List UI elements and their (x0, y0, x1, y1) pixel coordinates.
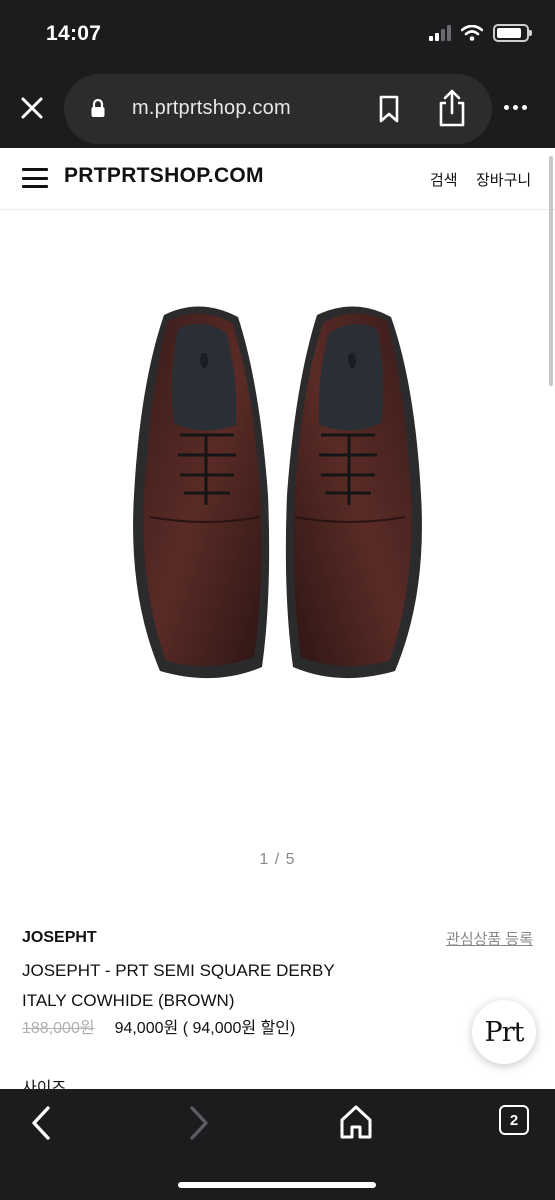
status-bar: 14:07 (0, 0, 555, 70)
cart-link[interactable]: 장바구니 (476, 169, 531, 190)
chat-badge-button[interactable]: Prt (472, 1000, 536, 1064)
address-bar[interactable]: m.prtprtshop.com (64, 74, 492, 144)
tabs-icon[interactable]: 2 (499, 1105, 529, 1135)
sale-price: 94,000원 (114, 1020, 179, 1037)
status-icons (429, 24, 532, 42)
browser-bottom-toolbar: 2 (0, 1089, 555, 1200)
price-row: 188,000원 94,000원 ( 94,000원 할인) (22, 1014, 295, 1038)
home-icon[interactable] (338, 1103, 374, 1141)
hamburger-icon[interactable] (22, 168, 48, 188)
left-shoe (133, 306, 270, 679)
gallery-pager: 1 / 5 (259, 851, 296, 868)
close-icon[interactable] (16, 92, 48, 124)
chevron-left-icon[interactable] (24, 1103, 58, 1143)
site-logo[interactable]: PRTPRTSHOP.COM (64, 164, 264, 188)
sale-price-group: 94,000원 ( 94,000원 할인) (115, 1014, 296, 1038)
battery-icon (493, 24, 532, 42)
site-header: PRTPRTSHOP.COM 검색 장바구니 (0, 148, 555, 210)
more-icon[interactable] (504, 97, 544, 117)
original-price: 188,000원 (22, 1020, 95, 1037)
bookmark-icon[interactable] (376, 94, 402, 124)
lock-icon (91, 98, 105, 117)
product-name-line1: JOSEPHT - PRT SEMI SQUARE DERBY (22, 961, 335, 980)
product-image[interactable] (120, 295, 435, 690)
wishlist-link[interactable]: 관심상품 등록 (446, 928, 533, 949)
home-indicator (178, 1182, 376, 1188)
right-shoe (285, 306, 422, 679)
browser-toolbar: m.prtprtshop.com (0, 70, 555, 148)
cellular-signal-icon (429, 25, 451, 41)
url-text[interactable]: m.prtprtshop.com (132, 97, 291, 120)
product-name-line2: ITALY COWHIDE (BROWN) (22, 991, 235, 1010)
product-name: JOSEPHT - PRT SEMI SQUARE DERBY ITALY CO… (22, 956, 442, 1016)
status-time: 14:07 (46, 22, 102, 45)
share-icon[interactable] (436, 88, 468, 128)
discount-amount: ( 94,000원 할인) (182, 1020, 296, 1037)
page-scrollbar[interactable] (549, 156, 553, 386)
wifi-icon (461, 25, 483, 41)
chevron-right-icon[interactable] (182, 1103, 216, 1143)
product-brand[interactable]: JOSEPHT (22, 929, 97, 947)
search-link[interactable]: 검색 (430, 169, 458, 190)
